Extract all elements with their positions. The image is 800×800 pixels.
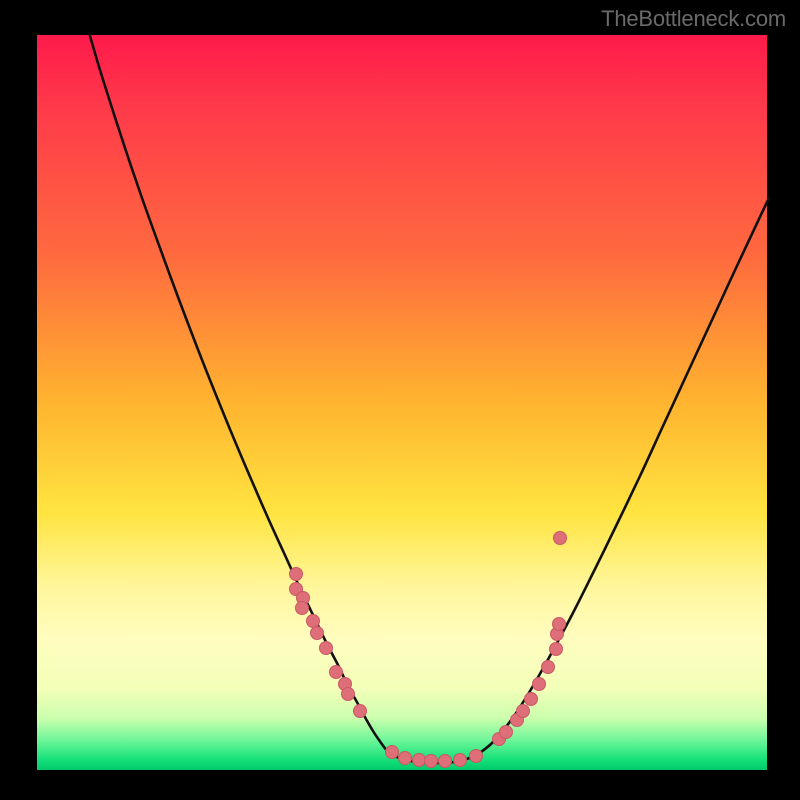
curve-left-arm xyxy=(90,36,388,752)
data-point xyxy=(354,705,367,718)
data-point xyxy=(330,666,343,679)
data-point xyxy=(550,643,563,656)
attribution-text: TheBottleneck.com xyxy=(601,6,786,32)
data-point xyxy=(425,755,438,768)
data-point xyxy=(399,752,412,765)
data-point xyxy=(554,532,567,545)
chart-stage: TheBottleneck.com xyxy=(0,0,800,800)
data-point xyxy=(454,754,467,767)
data-point xyxy=(517,705,530,718)
data-point xyxy=(320,642,333,655)
data-point xyxy=(553,618,566,631)
data-point xyxy=(413,754,426,767)
data-point xyxy=(470,750,483,763)
data-point xyxy=(439,755,452,768)
chart-svg xyxy=(0,0,800,800)
data-point xyxy=(311,627,324,640)
data-point xyxy=(342,688,355,701)
curve-right-arm xyxy=(481,198,769,752)
data-point xyxy=(290,568,303,581)
data-point xyxy=(542,661,555,674)
data-point xyxy=(533,678,546,691)
data-point xyxy=(500,726,513,739)
data-point xyxy=(525,693,538,706)
data-point xyxy=(307,615,320,628)
data-point xyxy=(296,602,309,615)
data-point xyxy=(386,746,399,759)
